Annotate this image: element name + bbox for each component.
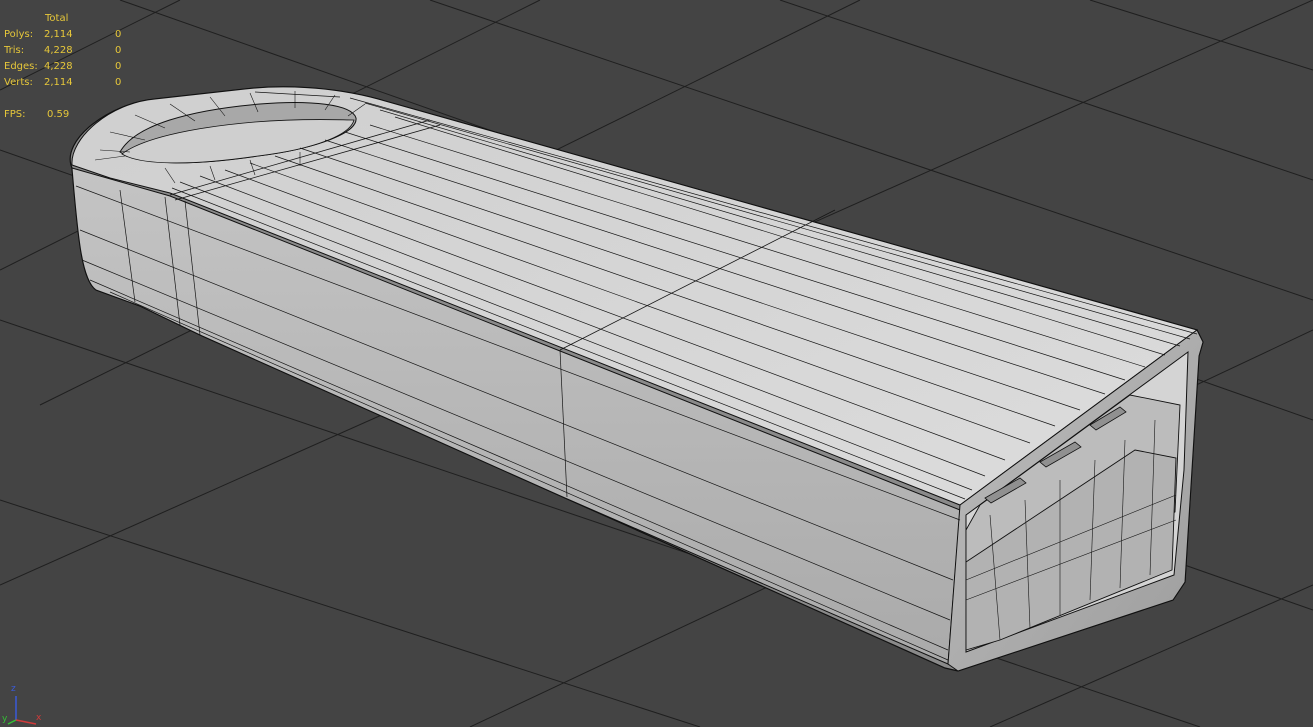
axis-tripod-gizmo: z y x	[2, 684, 46, 726]
y-axis-line	[7, 719, 17, 725]
y-axis-label: y	[2, 714, 8, 724]
z-axis-label: z	[11, 684, 16, 694]
x-axis-label: x	[36, 713, 42, 723]
usb-drive-model[interactable]	[69, 86, 1204, 672]
perspective-viewport[interactable]: Total Polys: 2,114 0 Tris: 4,228 0 Edges…	[0, 0, 1313, 727]
viewport-scene[interactable]	[0, 0, 1313, 727]
x-axis-line	[15, 719, 37, 725]
